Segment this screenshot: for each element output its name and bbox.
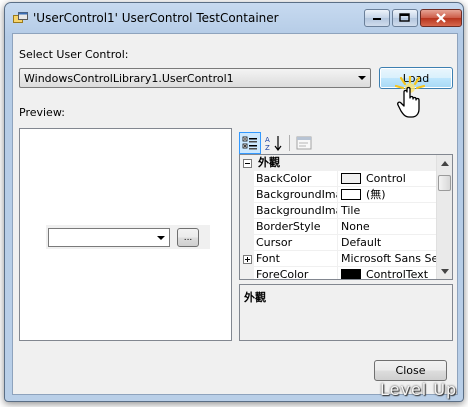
preview-panel: ...: [19, 128, 232, 341]
maximize-button[interactable]: [392, 9, 418, 27]
scroll-down-button[interactable]: [437, 263, 452, 279]
expand-icon[interactable]: [243, 255, 252, 264]
test-container-window: 'UserControl1' UserControl TestContainer…: [4, 2, 464, 402]
preview-browse-button[interactable]: ...: [177, 228, 199, 247]
property-rows: 外觀 BackColor Control BackgroundImage (無)…: [240, 155, 436, 279]
property-name: BackgroundImageLayout: [254, 203, 338, 219]
title-bar[interactable]: 'UserControl1' UserControl TestContainer: [5, 3, 463, 33]
chevron-up-icon: [441, 160, 449, 166]
chevron-down-icon: [157, 236, 165, 240]
user-control-dropdown-value: WindowsControlLibrary1.UserControl1: [24, 72, 234, 85]
property-pages-icon: [296, 136, 312, 150]
property-row[interactable]: Font Microsoft Sans Serif: [240, 251, 436, 267]
alphabetical-icon: A Z: [265, 136, 282, 151]
watermark: Level Up: [380, 380, 458, 399]
property-pages-button[interactable]: [293, 132, 315, 154]
property-value[interactable]: Default: [339, 235, 436, 251]
color-swatch: [341, 173, 361, 184]
property-value[interactable]: ControlText: [339, 267, 436, 279]
app-window-icon: [13, 11, 29, 25]
minimize-button[interactable]: [364, 9, 390, 27]
categorized-button[interactable]: [239, 132, 261, 154]
hand-pointer-cursor-icon: [394, 76, 426, 118]
property-grid-toolbar: A Z: [239, 132, 453, 154]
user-control-preview: ...: [46, 225, 210, 249]
property-name: Font: [254, 251, 338, 267]
property-name: BorderStyle: [254, 219, 338, 235]
category-label: 外觀: [258, 156, 280, 169]
categorized-icon: [242, 136, 257, 150]
window-title: 'UserControl1' UserControl TestContainer: [33, 11, 279, 25]
image-swatch: [341, 189, 361, 200]
select-user-control-label: Select User Control:: [19, 48, 129, 61]
property-name: Cursor: [254, 235, 338, 251]
maximize-icon: [399, 13, 410, 22]
close-icon: [436, 13, 446, 23]
client-area: Select User Control: WindowsControlLibra…: [12, 33, 458, 395]
scroll-up-button[interactable]: [437, 155, 452, 171]
category-row[interactable]: 外觀: [240, 155, 436, 171]
close-window-button[interactable]: [420, 9, 462, 27]
property-row[interactable]: ForeColor ControlText: [240, 267, 436, 279]
alphabetical-button[interactable]: A Z: [263, 132, 285, 154]
preview-label: Preview:: [19, 106, 65, 119]
svg-text:A: A: [265, 136, 270, 144]
property-name: ForeColor: [254, 267, 338, 279]
description-title: 外觀: [244, 291, 266, 304]
property-row[interactable]: BorderStyle None: [240, 219, 436, 235]
property-value[interactable]: None: [339, 219, 436, 235]
property-description-panel: 外觀: [239, 284, 453, 341]
property-row[interactable]: Cursor Default: [240, 235, 436, 251]
chevron-down-icon: [358, 76, 366, 80]
property-value[interactable]: (無): [339, 187, 436, 203]
property-row[interactable]: BackColor Control: [240, 171, 436, 187]
property-value[interactable]: Tile: [339, 203, 436, 219]
property-row[interactable]: BackgroundImage (無): [240, 187, 436, 203]
color-swatch: [341, 269, 361, 279]
property-grid[interactable]: 外觀 BackColor Control BackgroundImage (無)…: [239, 154, 453, 280]
property-row[interactable]: BackgroundImageLayout Tile: [240, 203, 436, 219]
close-button[interactable]: Close: [374, 360, 447, 381]
property-name: BackgroundImage: [254, 187, 338, 203]
preview-dropdown[interactable]: [48, 228, 170, 247]
user-control-dropdown[interactable]: WindowsControlLibrary1.UserControl1: [19, 68, 371, 88]
collapse-icon[interactable]: [243, 159, 252, 168]
property-value[interactable]: Microsoft Sans Serif: [339, 251, 436, 267]
vertical-scrollbar[interactable]: [436, 155, 452, 279]
chevron-down-icon: [441, 268, 449, 274]
minimize-icon: [373, 18, 381, 20]
svg-text:Z: Z: [265, 144, 270, 151]
scroll-thumb[interactable]: [438, 175, 451, 191]
property-name: BackColor: [254, 171, 338, 187]
property-value[interactable]: Control: [339, 171, 436, 187]
toolbar-separator: [289, 135, 290, 151]
